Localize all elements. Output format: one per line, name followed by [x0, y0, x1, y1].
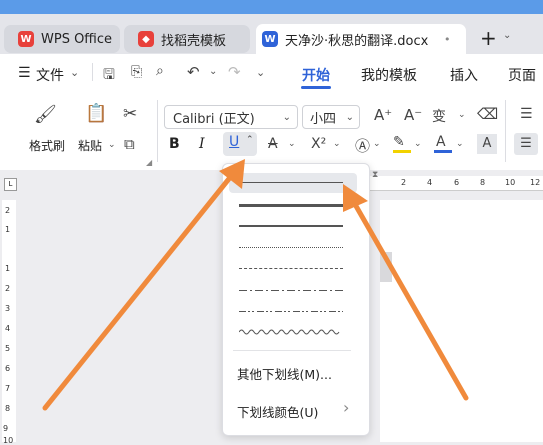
annotation-arrows — [42, 159, 469, 411]
annotation-arrow-right-shaft — [353, 203, 469, 401]
annotation-arrow-left-shaft — [42, 172, 235, 411]
